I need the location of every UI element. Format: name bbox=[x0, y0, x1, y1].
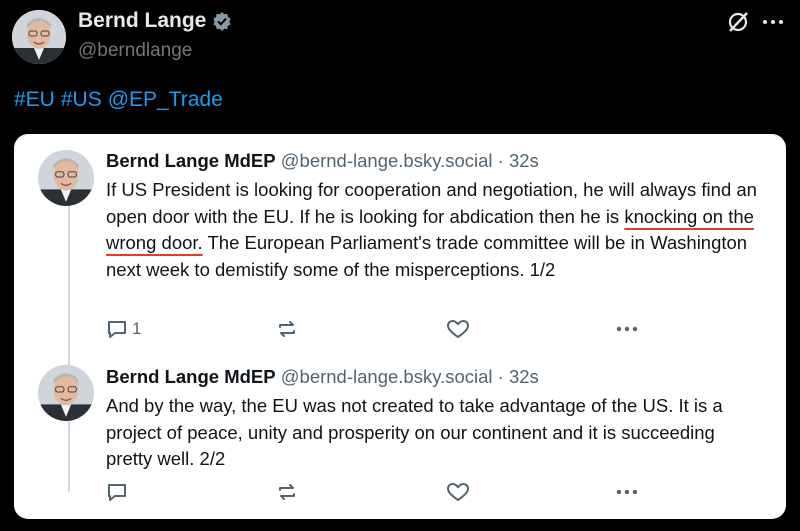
post-avatar[interactable] bbox=[38, 150, 94, 206]
ellipsis-icon bbox=[616, 326, 638, 332]
post-separator: · bbox=[497, 150, 504, 171]
post-text-part: The European Parliament's trade committe… bbox=[106, 232, 748, 280]
like-icon bbox=[447, 320, 469, 338]
hashtag-us[interactable]: #US bbox=[61, 88, 102, 112]
profile-avatar[interactable] bbox=[12, 10, 66, 64]
avatar-portrait bbox=[38, 365, 94, 421]
repost-button[interactable] bbox=[276, 481, 298, 503]
post-author[interactable]: Bernd Lange MdEP bbox=[106, 366, 276, 387]
mention-ep-trade[interactable]: @EP_Trade bbox=[108, 88, 223, 112]
repost-button[interactable] bbox=[276, 318, 298, 340]
more-icon[interactable] bbox=[760, 10, 786, 34]
profile-name-row[interactable]: Bernd Lange bbox=[78, 9, 232, 33]
post-handle[interactable]: @bernd-lange.bsky.social bbox=[281, 150, 493, 171]
profile-name[interactable]: Bernd Lange bbox=[78, 9, 206, 33]
post-header: Bernd Lange MdEP @bernd-lange.bsky.socia… bbox=[106, 366, 539, 388]
like-button[interactable] bbox=[446, 318, 470, 340]
repost-icon bbox=[279, 321, 295, 337]
tweet-text: #EU #US @EP_Trade bbox=[14, 88, 223, 112]
thread-line bbox=[68, 204, 70, 492]
more-options-button[interactable] bbox=[614, 318, 640, 340]
like-icon bbox=[447, 483, 469, 501]
reply-icon bbox=[108, 321, 126, 338]
post-time[interactable]: 32s bbox=[509, 366, 539, 387]
avatar-portrait bbox=[38, 150, 94, 206]
post-actions: 1 bbox=[106, 318, 666, 342]
avatar-portrait bbox=[12, 10, 66, 64]
reply-button[interactable] bbox=[106, 481, 132, 503]
post-separator: · bbox=[497, 366, 504, 387]
post-avatar[interactable] bbox=[38, 365, 94, 421]
post-author[interactable]: Bernd Lange MdEP bbox=[106, 150, 276, 171]
post-handle[interactable]: @bernd-lange.bsky.social bbox=[281, 366, 493, 387]
profile-handle[interactable]: @berndlange bbox=[78, 40, 192, 62]
reply-button[interactable]: 1 bbox=[106, 318, 141, 340]
post-text: If US President is looking for cooperati… bbox=[106, 177, 766, 283]
header-actions bbox=[726, 10, 786, 34]
verified-badge-icon bbox=[213, 12, 231, 31]
like-button[interactable] bbox=[446, 481, 470, 503]
post-time[interactable]: 32s bbox=[509, 150, 539, 171]
embedded-screenshot-card[interactable]: Bernd Lange MdEP @bernd-lange.bsky.socia… bbox=[14, 134, 786, 519]
reply-icon bbox=[108, 484, 126, 501]
grok-icon[interactable] bbox=[726, 10, 750, 34]
post-header: Bernd Lange MdEP @bernd-lange.bsky.socia… bbox=[106, 150, 539, 172]
post-actions bbox=[106, 481, 666, 505]
reply-count: 1 bbox=[132, 319, 142, 338]
hashtag-eu[interactable]: #EU bbox=[14, 88, 55, 112]
repost-icon bbox=[279, 484, 295, 500]
post-text: And by the way, the EU was not created t… bbox=[106, 395, 723, 469]
more-options-button[interactable] bbox=[614, 481, 640, 503]
ellipsis-icon bbox=[616, 489, 638, 495]
